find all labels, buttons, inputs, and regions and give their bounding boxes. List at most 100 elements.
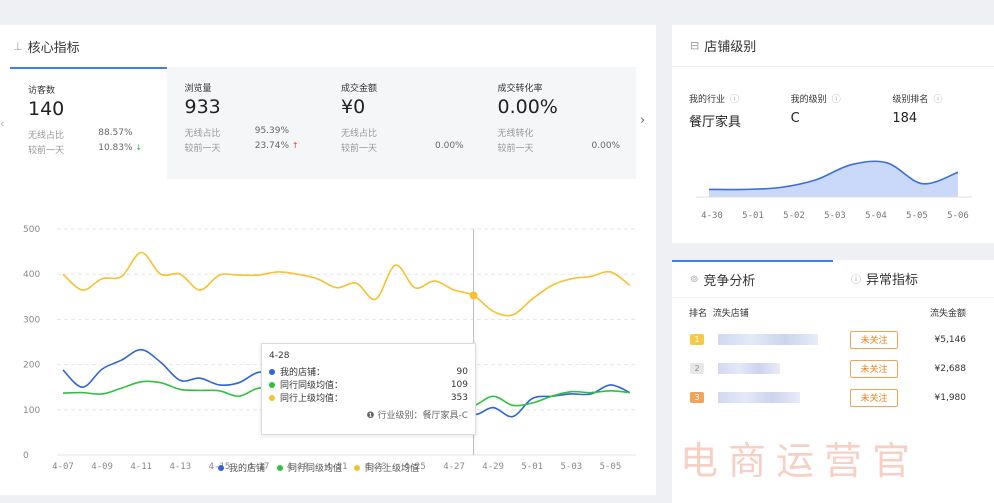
level-value: C (790, 111, 800, 126)
chart-legend: 我的店铺 同行同级均值 同行上级均值 (218, 461, 419, 474)
table-row[interactable]: 3 未关注 ¥1,980 (672, 383, 994, 412)
x-tick-label: 4-11 (130, 462, 152, 472)
y-tick-label: 200 (23, 361, 40, 371)
tab-competition[interactable]: ⊚ 竞争分析 (672, 260, 833, 297)
shop-level-info: 我的行业 ⓘ 餐厅家具 我的级别 ⓘ C 级别排名 ⓘ 184 (672, 67, 994, 130)
tooltip-value: 109 (450, 379, 468, 390)
blurred-shop-name (718, 363, 780, 374)
metric-value: 140 (28, 98, 65, 120)
shop-level-header: ⊟ 店铺级别 (672, 25, 994, 67)
rank-label: 级别排名 (892, 95, 929, 105)
metric-sub-label: 较前一天 (497, 144, 534, 154)
tab-gmv[interactable]: 成交金额 ¥0 无线占比 较前一天 0.00% (323, 67, 480, 179)
y-tick-label: 400 (23, 270, 40, 280)
tooltip-label: 我的店铺： (280, 368, 326, 378)
metric-change-value: 23.74% ↑ (255, 141, 323, 154)
legend-item-peer-same[interactable]: 同行同级均值 (277, 461, 342, 474)
metric-change-text: 10.83% (98, 143, 133, 153)
legend-item-my-shop[interactable]: 我的店铺 (218, 461, 265, 474)
table-row[interactable]: 2 未关注 ¥2,688 (672, 354, 994, 383)
next-arrow-icon[interactable]: › (640, 113, 645, 128)
y-tick-label: 300 (23, 315, 40, 325)
tooltip-row: 同行上级均值： 353 (269, 391, 468, 404)
bar-chart-icon: ⊥ (13, 39, 23, 53)
legend-dot (277, 465, 284, 471)
level-area-chart: 4-30 5-01 5-02 5-03 5-04 5-05 5-06 (696, 160, 972, 221)
follow-button[interactable]: 未关注 (850, 330, 898, 349)
follow-button[interactable]: 未关注 (850, 388, 898, 407)
metric-sub-label: 无线占比 (28, 131, 65, 141)
core-metrics-card: ⊥ 核心指标 ‹ › 访客数 140 无线占比 88.57% 较前一天 10.83%… (0, 25, 656, 495)
tooltip-dot (269, 382, 275, 388)
x-tick-label: 4-13 (169, 462, 191, 472)
loss-amount: ¥2,688 (934, 363, 967, 374)
y-tick-label: 500 (23, 225, 40, 235)
y-tick-label: 0 (23, 451, 29, 461)
x-tick-label: 5-05 (906, 211, 928, 221)
metric-value: 933 (184, 96, 221, 118)
x-tick-label: 5-04 (865, 211, 887, 221)
tooltip-row: 同行同级均值： 109 (269, 378, 468, 391)
tab-pageviews[interactable]: 浏览量 933 无线占比 95.39% 较前一天 23.74% ↑ (167, 67, 324, 179)
y-tick-label: 100 (23, 406, 40, 416)
blurred-shop-name (718, 392, 800, 403)
industry-label: 我的行业 (689, 95, 726, 105)
prev-arrow-icon[interactable]: ‹ (0, 117, 4, 130)
metric-sub-label: 较前一天 (28, 146, 65, 156)
tab-anomaly[interactable]: ⓘ 异常指标 (833, 260, 994, 297)
level-col: 我的级别 ⓘ C (791, 87, 893, 130)
area-fill (709, 161, 958, 197)
tab-visitors[interactable]: 访客数 140 无线占比 88.57% 较前一天 10.83% ↓ (10, 67, 167, 179)
help-icon[interactable]: ⓘ (730, 95, 739, 105)
metric-value: 0.00% (497, 96, 558, 118)
metric-change-value: 10.83% ↓ (98, 143, 166, 156)
help-icon[interactable]: ⓘ (933, 95, 942, 105)
x-tick-label: 5-03 (561, 462, 583, 472)
metric-sub-label: 无线占比 (341, 129, 378, 139)
compass-icon: ⊚ (690, 274, 699, 285)
metric-sub-value: 88.57% (98, 128, 133, 138)
follow-button[interactable]: 未关注 (850, 359, 898, 378)
metric-label: 成交金额 (341, 84, 378, 94)
tab-label: 异常指标 (866, 273, 919, 288)
tooltip-value: 353 (450, 392, 468, 403)
tooltip-row: 我的店铺： 90 (269, 365, 468, 378)
legend-label: 同行同级均值 (288, 464, 343, 474)
legend-item-peer-upper[interactable]: 同行上级均值 (354, 461, 419, 474)
table-row[interactable]: 1 未关注 ¥5,146 (672, 325, 994, 354)
metric-change-value: 0.00% (435, 141, 464, 151)
x-tick-label: 4-09 (91, 462, 113, 472)
core-metrics-header: ⊥ 核心指标 (0, 25, 656, 67)
metric-change-text: 23.74% (254, 141, 290, 151)
rank-col: 级别排名 ⓘ 184 (892, 87, 994, 130)
arrow-up-icon: ↑ (291, 141, 299, 150)
legend-dot (218, 465, 224, 471)
metric-value: ¥0 (341, 96, 366, 118)
col-shop: 流失店铺 (712, 309, 749, 319)
legend-label: 同行上级均值 (365, 464, 420, 474)
arrow-down-icon: ↓ (135, 143, 143, 152)
x-tick-label: 5-02 (783, 211, 805, 221)
tooltip-value: 90 (456, 366, 468, 377)
tooltip-dot (269, 369, 275, 375)
level-label: 我的级别 (790, 95, 827, 105)
chart-tooltip: 4-28 我的店铺： 90 同行同级均值： 109 同行上级均值： 353 ❶ 行业级… (261, 343, 476, 435)
tab-conversion[interactable]: 成交转化率 0.00% 无线转化 较前一天 0.00% (480, 67, 637, 179)
core-metrics-title: 核心指标 (27, 40, 80, 56)
alert-icon: ⓘ (851, 275, 861, 286)
x-tick-label: 5-06 (947, 211, 969, 221)
metric-tabs: 访客数 140 无线占比 88.57% 较前一天 10.83% ↓ 浏览量 933 … (10, 67, 636, 179)
industry-value: 餐厅家具 (689, 115, 742, 130)
loss-amount: ¥1,980 (934, 392, 967, 403)
x-tick-label: 4-07 (52, 462, 74, 472)
x-tick-label: 5-01 (521, 462, 543, 472)
x-tick-label: 5-05 (600, 462, 622, 472)
competition-rows: 1 未关注 ¥5,146 2 未关注 ¥2,688 3 未关注 ¥1,980 (672, 325, 994, 412)
x-tick-label: 4-29 (482, 462, 504, 472)
help-icon[interactable]: ⓘ (832, 95, 841, 105)
x-tick-label: 4-27 (443, 462, 465, 472)
metric-sub-label: 较前一天 (341, 144, 378, 154)
tooltip-label: 同行上级均值： (280, 394, 344, 404)
tooltip-label: 同行同级均值： (280, 381, 344, 391)
col-rank: 排名 (689, 309, 708, 319)
